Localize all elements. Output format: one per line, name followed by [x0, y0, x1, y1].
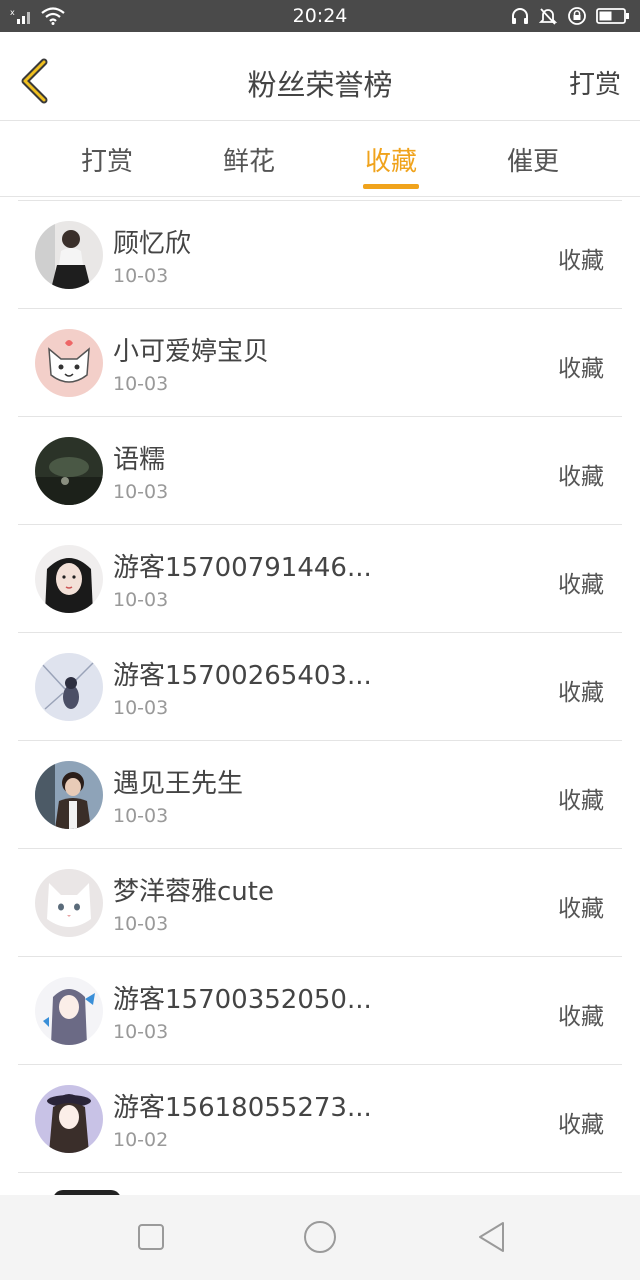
fan-tag: 收藏: [558, 248, 604, 274]
page-title: 粉丝荣誉榜: [247, 68, 393, 102]
fan-name: 梦洋蓉雅cute: [113, 877, 274, 907]
fan-name: 游客15700352050...: [113, 985, 372, 1015]
fan-date: 10-03: [113, 589, 169, 611]
home-icon: [304, 1221, 336, 1253]
home-button[interactable]: [298, 1215, 342, 1259]
status-bar: x 20:24: [0, 0, 640, 32]
tab-bar: 打赏 鲜花 收藏 催更: [0, 121, 640, 197]
avatar: [35, 437, 103, 505]
tab-flowers[interactable]: 鲜花: [194, 141, 304, 178]
fan-tag: 收藏: [558, 896, 604, 922]
fan-date: 10-03: [113, 805, 169, 827]
avatar: [35, 869, 103, 937]
list-item[interactable]: 遇见王先生 10-03 收藏: [18, 741, 622, 849]
avatar: [35, 545, 103, 613]
avatar: [35, 977, 103, 1045]
fan-name: 游客15618055273...: [113, 1093, 372, 1123]
avatar: [35, 761, 103, 829]
fan-date: 10-03: [113, 913, 169, 935]
fan-date: 10-02: [113, 1129, 169, 1151]
list-item[interactable]: 游客15700352050... 10-03 收藏: [18, 957, 622, 1065]
chevron-left-icon: [21, 58, 48, 104]
avatar: [35, 1085, 103, 1153]
list-item[interactable]: 游客15618055273... 10-02 收藏: [18, 1065, 622, 1173]
bell-off-icon: [538, 8, 558, 25]
app-header: 粉丝荣誉榜 打赏: [0, 32, 640, 121]
avatar: [35, 653, 103, 721]
fan-name: 顾忆欣: [113, 229, 192, 259]
fan-date: 10-03: [113, 265, 169, 287]
fan-name: 游客15700265403...: [113, 661, 372, 691]
fan-tag: 收藏: [558, 680, 604, 706]
fan-tag: 收藏: [558, 572, 604, 598]
fan-tag: 收藏: [558, 788, 604, 814]
system-nav-bar: [0, 1195, 640, 1280]
avatar: [35, 221, 103, 289]
fan-date: 10-03: [113, 481, 169, 503]
tab-favorites[interactable]: 收藏: [336, 141, 446, 178]
fan-name: 小可爱婷宝贝: [113, 337, 270, 367]
fan-list: 顾忆欣 10-03 收藏 小可爱婷宝贝 10-03 收藏 语糯 10-03 收藏…: [18, 200, 622, 1173]
recent-apps-button[interactable]: [129, 1215, 173, 1259]
avatar: [35, 329, 103, 397]
fan-name: 遇见王先生: [113, 769, 244, 799]
list-item[interactable]: 游客15700791446... 10-03 收藏: [18, 525, 622, 633]
list-item[interactable]: 梦洋蓉雅cute 10-03 收藏: [18, 849, 622, 957]
back-icon: [479, 1222, 504, 1252]
back-button[interactable]: [14, 56, 54, 106]
fan-tag: 收藏: [558, 1004, 604, 1030]
rotation-lock-icon: [568, 7, 586, 25]
active-tab-indicator: [363, 184, 419, 189]
recent-apps-icon: [138, 1224, 164, 1250]
fan-date: 10-03: [113, 697, 169, 719]
list-item[interactable]: 顾忆欣 10-03 收藏: [18, 201, 622, 309]
list-item[interactable]: 游客15700265403... 10-03 收藏: [18, 633, 622, 741]
list-item[interactable]: 小可爱婷宝贝 10-03 收藏: [18, 309, 622, 417]
headphones-icon: [512, 8, 528, 24]
fan-tag: 收藏: [558, 464, 604, 490]
reward-button[interactable]: 打赏: [569, 64, 621, 101]
list-item[interactable]: 语糯 10-03 收藏: [18, 417, 622, 525]
tab-urge-update[interactable]: 催更: [478, 141, 588, 178]
tab-reward[interactable]: 打赏: [52, 141, 162, 178]
fan-date: 10-03: [113, 373, 169, 395]
fan-name: 游客15700791446...: [113, 553, 372, 583]
fan-date: 10-03: [113, 1021, 169, 1043]
fan-name: 语糯: [113, 445, 166, 475]
status-right: [510, 6, 630, 26]
back-nav-button[interactable]: [470, 1215, 514, 1259]
battery-icon: [596, 8, 629, 24]
fan-tag: 收藏: [558, 1112, 604, 1138]
fan-tag: 收藏: [558, 356, 604, 382]
